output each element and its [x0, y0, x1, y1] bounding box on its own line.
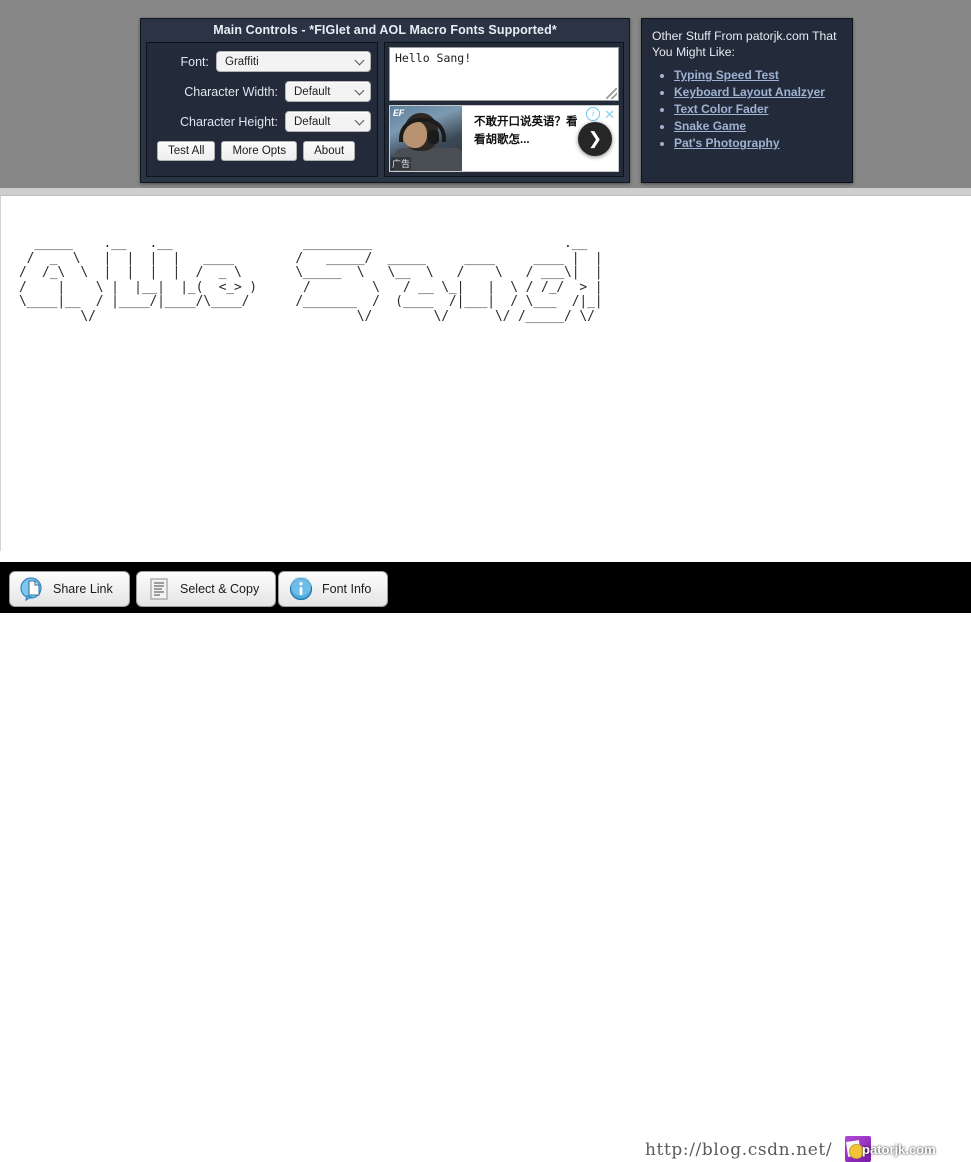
main-controls-panel: Main Controls - *FIGlet and AOL Macro Fo… [140, 18, 630, 183]
controls-button-row: Test All More Opts About [153, 141, 371, 161]
watermark-site: patorjk.com [862, 1142, 936, 1157]
headphone-cup-icon [428, 130, 439, 144]
ad-next-arrow-icon[interactable]: ❯ [578, 121, 612, 156]
link-keyboard-layout-analyzer[interactable]: Keyboard Layout Analzyer [674, 85, 825, 99]
link-pats-photography[interactable]: Pat's Photography [674, 136, 780, 150]
ad-info-icon[interactable]: i [586, 107, 601, 121]
share-link-icon [20, 577, 44, 602]
character-height-label: Character Height: [180, 114, 278, 129]
resize-grip-icon[interactable] [606, 88, 617, 99]
list-item: Pat's Photography [674, 136, 842, 152]
text-input-value: Hello Sang! [395, 51, 472, 65]
more-opts-button[interactable]: More Opts [221, 141, 298, 161]
character-height-select[interactable]: Default [285, 111, 371, 132]
font-info-label: Font Info [322, 582, 372, 596]
about-button[interactable]: About [303, 141, 356, 161]
document-lines-icon [147, 577, 171, 601]
ascii-output-canvas[interactable]: _____ .__ .__ _________ .__ / _ \ | | | … [0, 196, 971, 551]
font-select[interactable]: Graffiti [216, 51, 371, 72]
chevron-down-icon [356, 117, 364, 125]
character-width-value: Default [294, 85, 331, 98]
font-info-button[interactable]: Font Info [278, 571, 389, 607]
link-snake-game[interactable]: Snake Game [674, 119, 746, 133]
page-root: Main Controls - *FIGlet and AOL Macro Fo… [0, 0, 971, 1162]
select-and-copy-label: Select & Copy [180, 582, 260, 596]
list-item: Typing Speed Test [674, 68, 842, 84]
font-row: Font: Graffiti [153, 51, 371, 72]
character-height-row: Character Height: Default [153, 111, 371, 132]
share-link-label: Share Link [53, 582, 113, 596]
list-item: Snake Game [674, 119, 842, 135]
advertisement-banner[interactable]: EF 广告 不敢开口说英语？看 看胡歌怎... i ✕ ❯ [389, 105, 619, 172]
ad-controls: i ✕ [586, 107, 615, 121]
other-stuff-list: Typing Speed Test Keyboard Layout Analzy… [652, 68, 842, 152]
select-and-copy-button[interactable]: Select & Copy [136, 571, 277, 607]
chevron-down-icon [356, 87, 364, 95]
list-item: Text Color Fader [674, 102, 842, 118]
character-height-value: Default [294, 115, 331, 128]
font-select-value: Graffiti [225, 55, 259, 68]
ascii-art-output: _____ .__ .__ _________ .__ / _ \ | | | … [19, 236, 603, 324]
test-all-button[interactable]: Test All [157, 141, 216, 161]
link-text-color-fader[interactable]: Text Color Fader [674, 102, 768, 116]
ad-image: EF 广告 [390, 106, 462, 171]
main-controls-body: Font: Graffiti Character Width: Default … [146, 42, 624, 177]
top-band-edge [0, 188, 971, 196]
character-width-row: Character Width: Default [153, 81, 371, 102]
share-link-button[interactable]: Share Link [9, 571, 130, 607]
controls-left-column: Font: Graffiti Character Width: Default … [146, 42, 378, 177]
character-width-label: Character Width: [184, 84, 278, 99]
controls-right-column: Hello Sang! EF 广告 不敢开口说英语？看 看胡歌怎... i ✕ … [384, 42, 624, 177]
other-stuff-panel: Other Stuff From patorjk.com That You Mi… [641, 18, 853, 183]
chevron-down-icon [356, 57, 364, 65]
watermark-url: http://blog.csdn.net/ [645, 1140, 833, 1160]
ad-close-icon[interactable]: ✕ [604, 108, 615, 121]
character-width-select[interactable]: Default [285, 81, 371, 102]
ad-marker-label: 广告 [391, 157, 412, 170]
bottom-toolbar: Share Link Select & Copy Font Info http:… [0, 562, 971, 1162]
main-controls-title: Main Controls - *FIGlet and AOL Macro Fo… [213, 23, 557, 37]
list-item: Keyboard Layout Analzyer [674, 85, 842, 101]
ad-brand-label: EF [393, 108, 404, 118]
info-icon [289, 576, 313, 601]
font-label: Font: [180, 54, 210, 69]
text-input-textarea[interactable]: Hello Sang! [389, 47, 619, 101]
other-stuff-title: Other Stuff From patorjk.com That You Mi… [652, 29, 837, 60]
link-typing-speed-test[interactable]: Typing Speed Test [674, 68, 779, 82]
